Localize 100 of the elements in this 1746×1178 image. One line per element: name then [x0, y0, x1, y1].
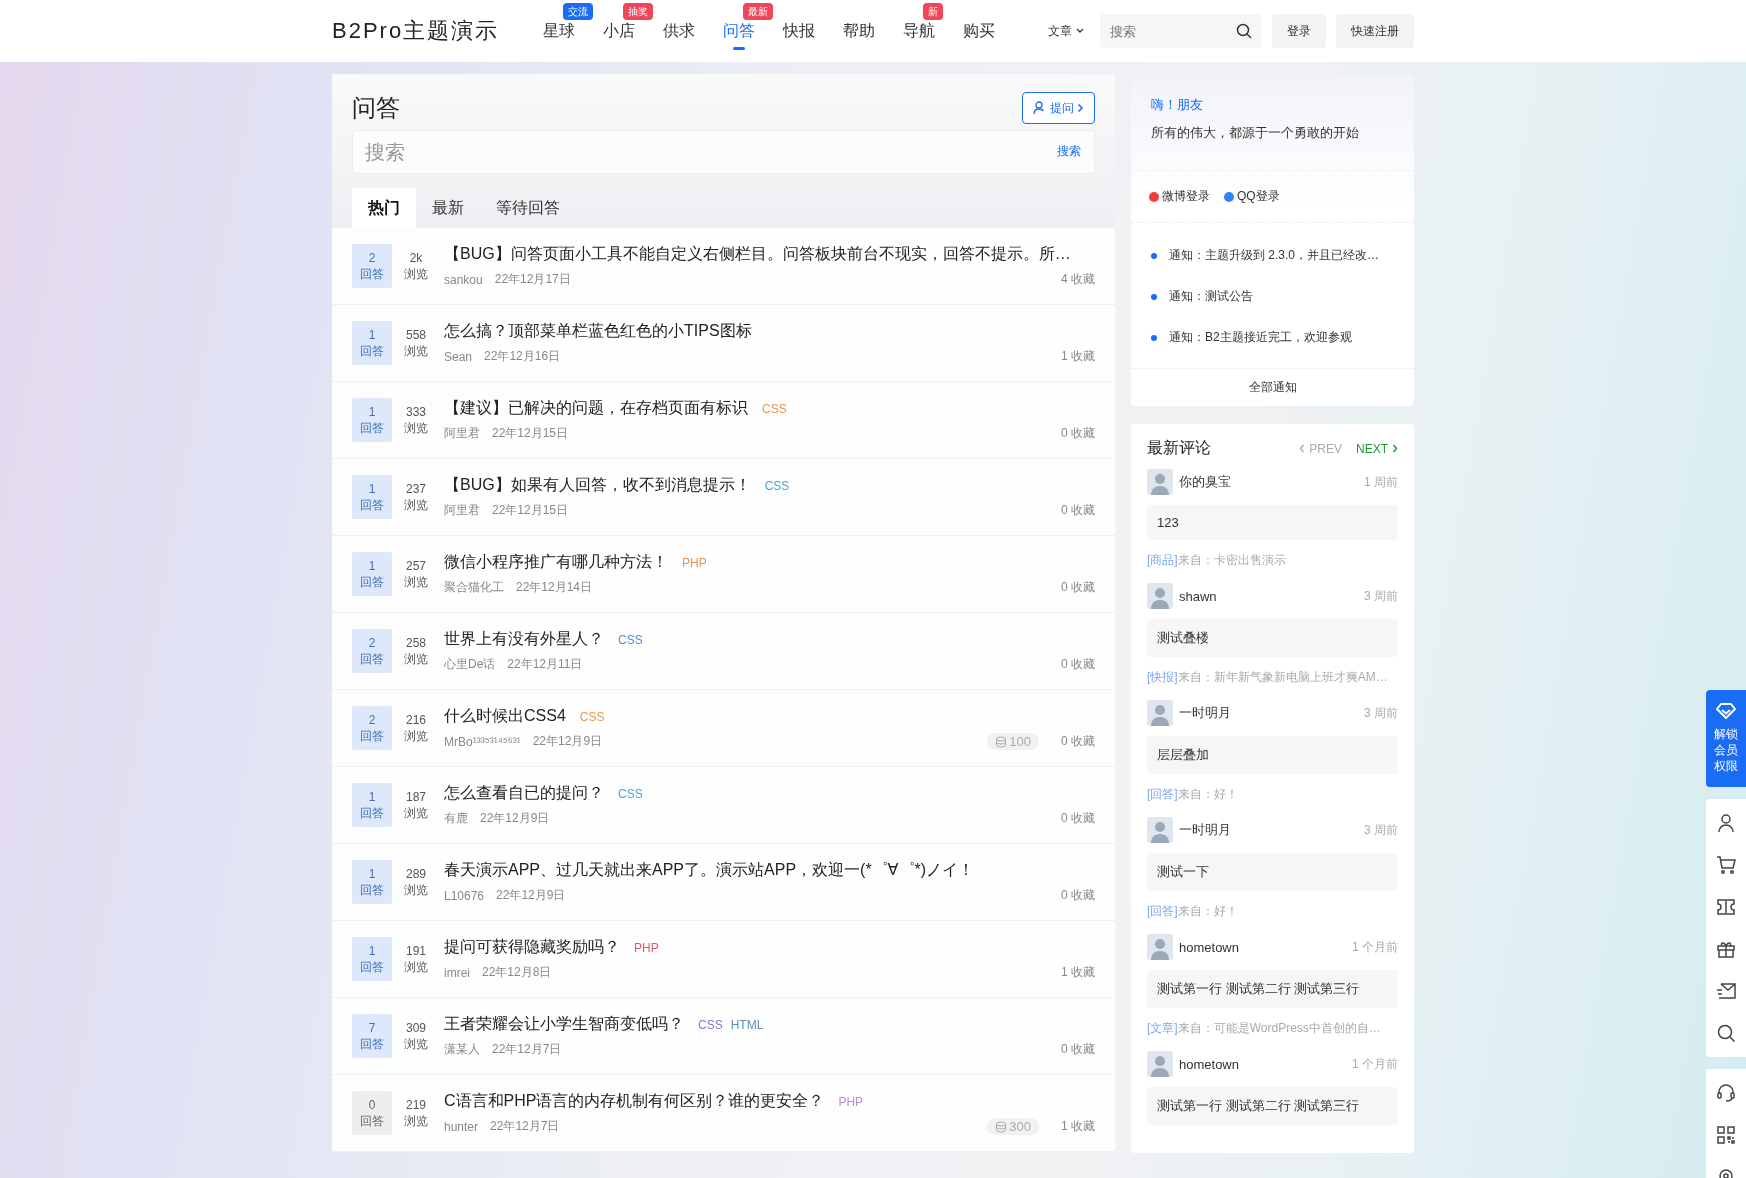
- question-tag[interactable]: PHP: [634, 940, 659, 955]
- view-count: 289 浏览: [403, 866, 429, 898]
- question-date: 22年12月15日: [492, 502, 569, 519]
- question-title[interactable]: C语言和PHP语言的内存机制有何区别？谁的更安全？: [444, 1091, 825, 1112]
- author-name[interactable]: 心里De话: [444, 656, 496, 673]
- site-logo[interactable]: B2Pro主题演示: [332, 16, 500, 46]
- question-date: 22年12月16日: [484, 348, 561, 365]
- question-date: 22年12月8日: [482, 964, 552, 981]
- notice-link[interactable]: 通知：测试公告: [1169, 288, 1253, 305]
- search-scope-dropdown[interactable]: 文章: [1042, 21, 1090, 41]
- question-title[interactable]: 【BUG】如果有人回答，收不到消息提示！: [444, 475, 751, 496]
- author-name[interactable]: imrei: [444, 965, 470, 980]
- author-name[interactable]: sankou: [444, 272, 483, 287]
- nav-link[interactable]: 帮助: [843, 22, 876, 39]
- question-title[interactable]: 王者荣耀会让小学生智商变低吗？: [444, 1014, 684, 1035]
- question-title[interactable]: 微信小程序推广有哪几种方法！: [444, 552, 668, 573]
- next-button[interactable]: NEXT: [1356, 441, 1398, 456]
- active-indicator: [733, 47, 746, 50]
- user-icon: [1033, 101, 1047, 115]
- question-tag[interactable]: CSS: [698, 1017, 723, 1032]
- tab[interactable]: 热门: [352, 188, 416, 228]
- diamond-icon: [1716, 702, 1736, 720]
- search-icon[interactable]: [1716, 1022, 1736, 1043]
- ticket-icon[interactable]: [1716, 896, 1736, 917]
- notice-link[interactable]: 通知：B2主题接近完工，欢迎参观: [1169, 329, 1352, 346]
- bullet-icon: [1151, 334, 1157, 341]
- nav-link[interactable]: 小店: [603, 22, 636, 39]
- social-login-link[interactable]: QQ登录: [1224, 188, 1280, 205]
- header-button[interactable]: 快速注册: [1336, 14, 1414, 48]
- search-icon[interactable]: [1236, 23, 1252, 39]
- mail-icon[interactable]: [1716, 980, 1736, 1001]
- question-date: 22年12月15日: [492, 425, 569, 442]
- notice-link[interactable]: 通知：主题升级到 2.3.0，并且已经改…: [1169, 247, 1380, 264]
- nav-link[interactable]: 星球: [543, 22, 576, 39]
- chevron-icon: [1392, 444, 1398, 453]
- headset-icon[interactable]: [1716, 1082, 1736, 1103]
- all-notices-link[interactable]: 全部通知: [1131, 368, 1414, 406]
- comment-bubble: 测试第一行 测试第二行 测试第三行: [1147, 970, 1398, 1008]
- question-date: 22年12月17日: [494, 271, 571, 288]
- answer-count: 2 回答: [352, 629, 392, 673]
- nav-badge: 抽奖: [623, 3, 654, 20]
- question-title[interactable]: 提问可获得隐藏奖励吗？: [444, 937, 620, 958]
- answer-count: 1 回答: [352, 321, 392, 365]
- author-name[interactable]: MrBo¹³³⁵³¹⁴⁵⁶³¹: [444, 734, 521, 749]
- commenter-name[interactable]: 一时明月: [1179, 704, 1231, 722]
- question-tag[interactable]: HTML: [730, 1017, 764, 1032]
- nav-link[interactable]: 问答: [723, 22, 756, 39]
- question-title[interactable]: 【建议】已解决的问题，在存档页面有标识: [444, 398, 748, 419]
- commenter-name[interactable]: hometown: [1179, 939, 1239, 955]
- nav-link[interactable]: 购买: [963, 22, 996, 39]
- cart-icon[interactable]: [1716, 854, 1736, 875]
- social-login-link[interactable]: 微博登录: [1149, 188, 1210, 205]
- favorite-count: 4 收藏: [1061, 271, 1095, 288]
- favorite-count: 1 收藏: [1061, 1118, 1095, 1135]
- author-name[interactable]: 有鹿: [444, 810, 468, 827]
- comment-bubble: 123: [1147, 505, 1398, 540]
- tab[interactable]: 等待回答: [480, 188, 576, 228]
- caret-icon: [1076, 28, 1084, 34]
- question-date: 22年12月9日: [532, 733, 603, 750]
- chevron-icon: [1299, 444, 1306, 453]
- question-title[interactable]: 【BUG】问答页面小工具不能自定义右侧栏目。问答板块前台不现实，回答不提示。所…: [444, 244, 1071, 265]
- user-icon[interactable]: [1716, 812, 1736, 833]
- favorite-count: 0 收藏: [1061, 887, 1095, 904]
- nav-link[interactable]: 导航: [903, 22, 936, 39]
- question-title[interactable]: 怎么搞？顶部菜单栏蓝色红色的小TIPS图标: [444, 321, 752, 342]
- author-name[interactable]: hunter: [444, 1119, 479, 1134]
- question-title[interactable]: 世界上有没有外星人？: [444, 629, 604, 650]
- avatar-icon: [1147, 934, 1173, 960]
- commenter-name[interactable]: shawn: [1179, 588, 1217, 604]
- tab[interactable]: 最新: [416, 188, 480, 228]
- vip-unlock-button[interactable]: 解锁会员权限: [1706, 690, 1746, 787]
- question-title[interactable]: 怎么查看自已的提问？: [444, 783, 604, 804]
- author-name[interactable]: 阿里君: [444, 502, 480, 519]
- view-count: 191 浏览: [403, 943, 429, 975]
- search-field[interactable]: 搜索: [1100, 14, 1262, 48]
- nav-link[interactable]: 供求: [663, 22, 696, 39]
- commenter-name[interactable]: 你的臭宝: [1179, 473, 1231, 491]
- search-button[interactable]: 搜索: [1057, 143, 1081, 160]
- favorite-count: 0 收藏: [1061, 656, 1095, 673]
- answer-count: 1 回答: [352, 783, 392, 827]
- question-title[interactable]: 春天演示APP、过几天就出来APP了。演示站APP，欢迎一(*゜∀゜*)ノイ！: [444, 860, 975, 881]
- qrcode-icon[interactable]: [1716, 1124, 1736, 1145]
- avatar-icon: [1147, 1051, 1173, 1077]
- commenter-name[interactable]: 一时明月: [1179, 821, 1231, 839]
- ask-button[interactable]: 提问: [1022, 92, 1095, 124]
- author-name[interactable]: 阿里君: [444, 425, 480, 442]
- view-count: 257 浏览: [403, 558, 429, 590]
- author-name[interactable]: 聚合猫化工: [444, 579, 504, 596]
- answer-count: 0 回答: [352, 1091, 392, 1135]
- favorite-count: 1 收藏: [1061, 348, 1095, 365]
- avatar-icon: [1147, 817, 1173, 843]
- header-button[interactable]: 登录: [1272, 14, 1326, 48]
- favorite-count: 0 收藏: [1061, 733, 1095, 750]
- question-title[interactable]: 什么时候出CSS4: [444, 706, 566, 727]
- author-name[interactable]: L10676: [444, 888, 485, 903]
- answer-count: 1 回答: [352, 860, 392, 904]
- nav-link[interactable]: 快报: [783, 22, 816, 39]
- author-name[interactable]: 潇某人: [444, 1041, 480, 1058]
- author-name[interactable]: Sean: [444, 349, 473, 364]
- commenter-name[interactable]: hometown: [1179, 1056, 1239, 1072]
